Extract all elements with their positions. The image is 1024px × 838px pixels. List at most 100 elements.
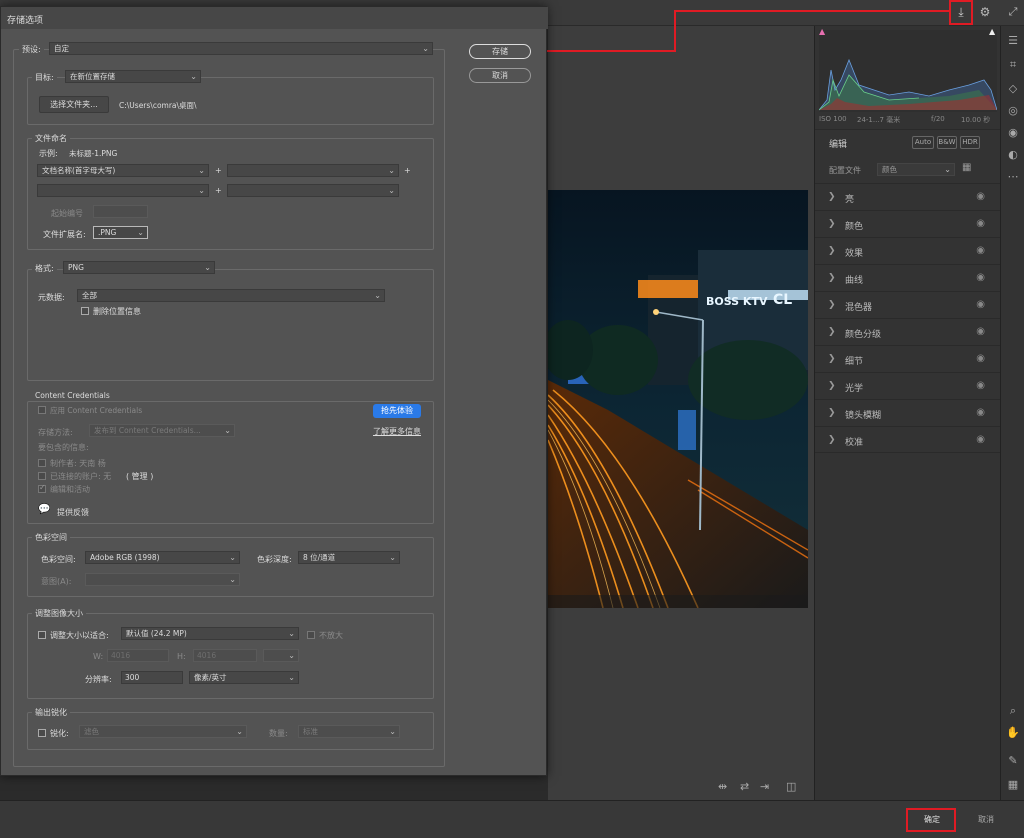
plus-sign: + bbox=[215, 166, 222, 175]
format-select[interactable]: PNG ⌄ bbox=[63, 261, 215, 274]
section-lens-blur[interactable]: ❯ 镜头模糊 ◉ bbox=[815, 399, 1001, 426]
start-number-label: 起始编号 bbox=[51, 209, 83, 218]
naming-field-2[interactable]: ⌄ bbox=[227, 164, 399, 177]
section-mixer[interactable]: ❯ 混色器 ◉ bbox=[815, 291, 1001, 318]
eraser-icon[interactable]: ◇ bbox=[1006, 82, 1020, 96]
color-depth-label: 色彩深度: bbox=[257, 555, 292, 564]
eye-icon[interactable]: ◉ bbox=[976, 191, 985, 202]
section-curves[interactable]: ❯ 曲线 ◉ bbox=[815, 264, 1001, 291]
eye-icon[interactable]: ◉ bbox=[976, 407, 985, 418]
color-space-group bbox=[27, 537, 434, 597]
preset-select[interactable]: 自定 ⌄ bbox=[49, 42, 433, 55]
intent-select[interactable]: ⌄ bbox=[85, 573, 240, 586]
hand-icon[interactable]: ✋ bbox=[1006, 726, 1020, 740]
extension-select[interactable]: .PNG ⌄ bbox=[93, 226, 148, 239]
resolution-unit-select[interactable]: 像素/英寸 ⌄ bbox=[189, 671, 299, 684]
naming-field-1[interactable]: 文档名称(首字母大写) ⌄ bbox=[37, 164, 209, 177]
early-access-button[interactable]: 抢先体验 bbox=[373, 404, 421, 418]
eye-icon[interactable]: ◉ bbox=[976, 299, 985, 310]
annotation-arrow bbox=[534, 10, 950, 56]
section-effects[interactable]: ❯ 效果 ◉ bbox=[815, 237, 1001, 264]
swap-icon[interactable]: ⇄ bbox=[740, 780, 749, 793]
sampler-icon[interactable]: ✎ bbox=[1006, 754, 1020, 768]
storage-method-select[interactable]: 发布到 Content Credentials... ⌄ bbox=[89, 424, 235, 437]
learn-more-link[interactable]: 了解更多信息 bbox=[373, 426, 421, 437]
section-color[interactable]: ❯ 颜色 ◉ bbox=[815, 210, 1001, 237]
split-view-icon[interactable]: ◫ bbox=[786, 780, 796, 793]
more-icon[interactable]: ⋯ bbox=[1006, 170, 1020, 184]
color-space-label: 色彩空间: bbox=[41, 555, 76, 564]
section-calibration[interactable]: ❯ 校准 ◉ bbox=[815, 426, 1001, 453]
resize-checkbox[interactable] bbox=[38, 631, 46, 639]
bw-button[interactable]: B&W bbox=[937, 136, 957, 149]
remove-location-checkbox[interactable] bbox=[81, 307, 89, 315]
profile-grid-icon[interactable]: ▦ bbox=[962, 162, 971, 173]
eye-icon[interactable]: ◉ bbox=[976, 353, 985, 364]
chevron-right-icon: ❯ bbox=[828, 381, 836, 391]
connected-accounts-checkbox[interactable] bbox=[38, 472, 46, 480]
eye-icon[interactable]: ◉ bbox=[976, 380, 985, 391]
expand-icon[interactable]: ⤢ bbox=[1005, 4, 1021, 20]
sliders-icon[interactable]: ☰ bbox=[1006, 34, 1020, 48]
profile-select[interactable]: 颜色 ⌄ bbox=[877, 163, 955, 176]
mask-icon[interactable]: ◎ bbox=[1006, 104, 1020, 118]
auto-button[interactable]: Auto bbox=[912, 136, 934, 149]
section-light[interactable]: ❯ 亮 ◉ bbox=[815, 183, 1001, 210]
amount-select[interactable]: 标准 ⌄ bbox=[298, 725, 400, 738]
eye-icon[interactable]: ◉ bbox=[976, 326, 985, 337]
zoom-icon[interactable]: ⌕ bbox=[1006, 704, 1020, 718]
destination-select[interactable]: 在新位置存储 ⌄ bbox=[65, 70, 201, 83]
resolution-input[interactable]: 300 bbox=[121, 671, 183, 684]
eye-icon[interactable]: ◉ bbox=[976, 218, 985, 229]
naming-field-3[interactable]: ⌄ bbox=[37, 184, 209, 197]
edits-activity-checkbox[interactable] bbox=[38, 483, 46, 493]
naming-field-4[interactable]: ⌄ bbox=[227, 184, 399, 197]
size-unit-select[interactable]: ⌄ bbox=[263, 649, 299, 662]
grid-icon[interactable]: ▦ bbox=[1006, 778, 1020, 792]
camera-info: ISO 100 24-1...7 毫米 f/20 10.00 秒 bbox=[819, 115, 999, 125]
save-button[interactable]: 存储 bbox=[469, 44, 531, 59]
hdr-button[interactable]: HDR bbox=[960, 136, 980, 149]
sharpen-checkbox[interactable] bbox=[38, 729, 46, 737]
color-space-select[interactable]: Adobe RGB (1998) ⌄ bbox=[85, 551, 240, 564]
destination-path: C:\Users\comra\桌面\ bbox=[119, 101, 197, 110]
apply-credentials-checkbox[interactable] bbox=[38, 406, 46, 414]
redeye-icon[interactable]: ◉ bbox=[1006, 126, 1020, 140]
sharpen-select[interactable]: 滤色 ⌄ bbox=[79, 725, 247, 738]
section-label: 颜色分级 bbox=[845, 330, 882, 340]
color-depth-select[interactable]: 8 位/通道 ⌄ bbox=[298, 551, 400, 564]
eye-icon[interactable]: ◉ bbox=[976, 272, 985, 283]
chevron-down-icon: ⌄ bbox=[944, 165, 951, 174]
cancel-button[interactable]: 取消 bbox=[968, 814, 1004, 825]
intent-label: 意图(A): bbox=[41, 577, 72, 586]
start-number-input[interactable] bbox=[93, 205, 148, 218]
eye-icon[interactable]: ◉ bbox=[976, 245, 985, 256]
feedback-label[interactable]: 提供反馈 bbox=[57, 507, 89, 518]
resize-fit-select[interactable]: 默认值 (24.2 MP) ⌄ bbox=[121, 627, 299, 640]
clipping-highlight-icon[interactable]: ▲ bbox=[989, 27, 995, 36]
manage-link[interactable]: ( 管理 ) bbox=[126, 471, 153, 482]
feedback-icon[interactable]: 💬 bbox=[38, 504, 50, 515]
chevron-right-icon: ❯ bbox=[828, 327, 836, 337]
compare-icon[interactable]: ⇹ bbox=[718, 780, 727, 793]
author-checkbox[interactable] bbox=[38, 459, 46, 467]
content-credentials-title: Content Credentials bbox=[32, 391, 113, 400]
choose-folder-button[interactable]: 选择文件夹... bbox=[39, 96, 109, 113]
cl-sign: CL bbox=[773, 292, 792, 308]
presets-icon[interactable]: ◐ bbox=[1006, 148, 1020, 162]
format-label: 格式: bbox=[32, 263, 57, 274]
section-detail[interactable]: ❯ 细节 ◉ bbox=[815, 345, 1001, 372]
copy-settings-icon[interactable]: ⇥ bbox=[760, 780, 769, 793]
height-input[interactable]: 4016 bbox=[193, 649, 257, 662]
section-color-grading[interactable]: ❯ 颜色分级 ◉ bbox=[815, 318, 1001, 345]
crop-icon[interactable]: ⌗ bbox=[1006, 58, 1020, 72]
cancel-button[interactable]: 取消 bbox=[469, 68, 531, 83]
gear-icon[interactable]: ⚙ bbox=[977, 4, 993, 20]
section-optics[interactable]: ❯ 光学 ◉ bbox=[815, 372, 1001, 399]
width-input[interactable]: 4016 bbox=[107, 649, 169, 662]
metadata-select[interactable]: 全部 ⌄ bbox=[77, 289, 385, 302]
chevron-down-icon: ⌄ bbox=[389, 727, 396, 736]
preset-label: 预设: bbox=[19, 44, 44, 55]
no-enlarge-checkbox[interactable] bbox=[307, 631, 315, 639]
eye-icon[interactable]: ◉ bbox=[976, 434, 985, 445]
